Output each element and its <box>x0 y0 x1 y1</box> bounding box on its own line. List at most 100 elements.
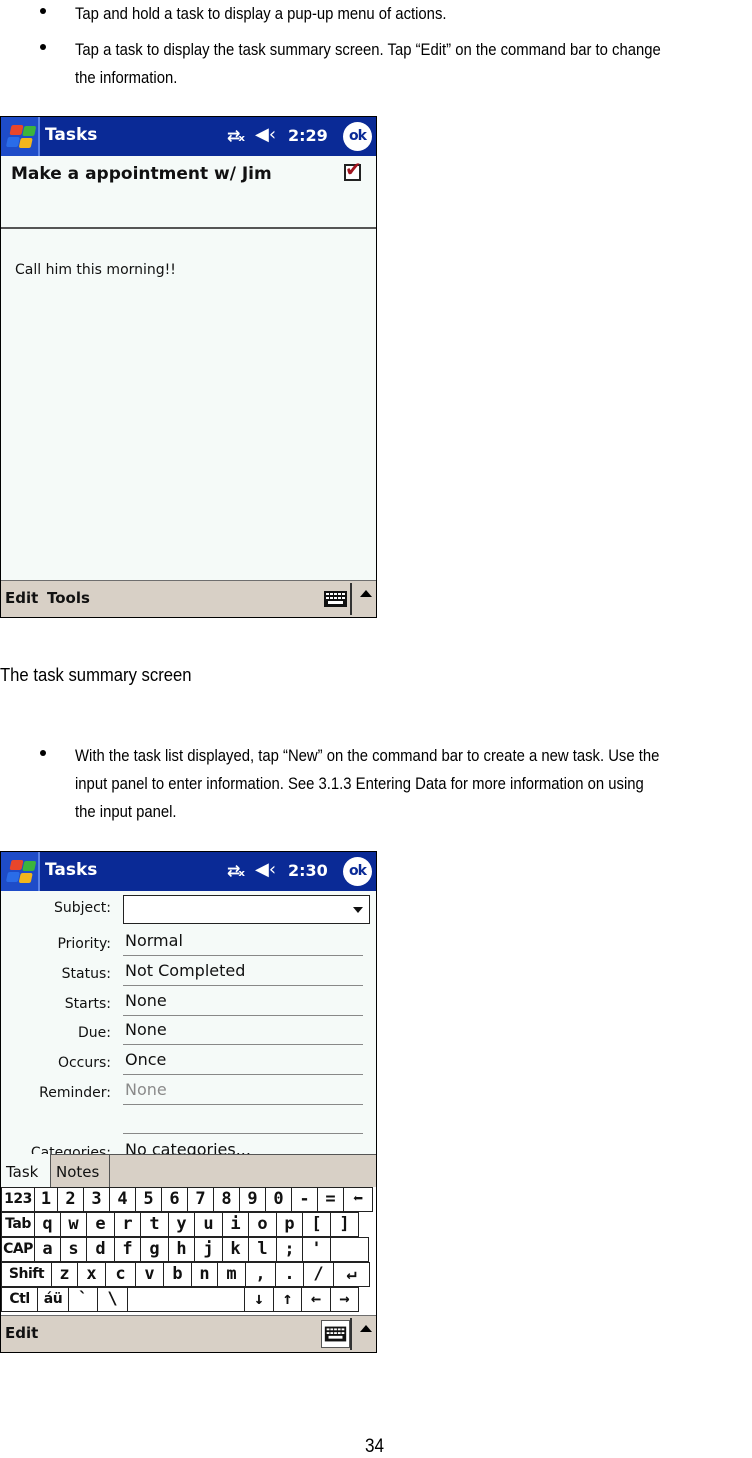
key[interactable]: ; <box>276 1237 303 1262</box>
key[interactable]: m <box>217 1262 246 1287</box>
key[interactable]: CAP <box>1 1237 35 1262</box>
menu-edit[interactable]: Edit <box>5 589 38 607</box>
key[interactable]: t <box>140 1212 169 1237</box>
field-value[interactable]: None <box>125 1080 167 1099</box>
field-value[interactable]: Normal <box>125 931 183 950</box>
keyboard-row: Tab q w e r t y u i o p[] <box>1 1212 376 1237</box>
key[interactable]: u <box>194 1212 223 1237</box>
clock[interactable]: 2:30 <box>288 861 328 880</box>
field-value[interactable]: None <box>125 1020 167 1039</box>
key[interactable]: 3 <box>83 1187 110 1212</box>
key[interactable]: 9 <box>239 1187 266 1212</box>
field-label: Status: <box>61 966 111 982</box>
sip-arrow-up-icon[interactable] <box>360 590 372 597</box>
field-value[interactable]: Once <box>125 1050 166 1069</box>
key[interactable] <box>330 1237 369 1262</box>
tab-task[interactable]: Task <box>1 1154 50 1188</box>
key[interactable]: ] <box>330 1212 359 1237</box>
key[interactable]: ← <box>301 1287 331 1312</box>
key[interactable]: / <box>303 1262 334 1287</box>
key[interactable]: [ <box>302 1212 331 1237</box>
key[interactable]: z <box>51 1262 78 1287</box>
field-value[interactable]: None <box>125 991 167 1010</box>
key[interactable]: o <box>248 1212 277 1237</box>
key[interactable]: e <box>86 1212 115 1237</box>
start-button[interactable] <box>1 852 40 891</box>
key[interactable]: 8 <box>213 1187 240 1212</box>
key[interactable]: f <box>114 1237 141 1262</box>
key[interactable]: 0 <box>265 1187 292 1212</box>
key[interactable]: 6 <box>161 1187 188 1212</box>
key[interactable]: \ <box>97 1287 128 1312</box>
keyboard-row: 123 1 2 3 4 5 6 7 8 9 0- = ⬅ <box>1 1187 376 1212</box>
key[interactable]: j <box>194 1237 223 1262</box>
menu-edit[interactable]: Edit <box>5 1324 38 1342</box>
menu-tools[interactable]: Tools <box>47 589 90 607</box>
key[interactable]: p <box>276 1212 303 1237</box>
key[interactable]: ` <box>68 1287 98 1312</box>
key[interactable]: 123 <box>1 1187 35 1212</box>
key[interactable]: ↵ <box>333 1262 370 1287</box>
connectivity-icon[interactable]: ⇄ₓ <box>227 861 245 880</box>
key[interactable]: 2 <box>57 1187 84 1212</box>
connectivity-icon[interactable]: ⇄ₓ <box>227 126 245 145</box>
start-button[interactable] <box>1 117 40 156</box>
soft-keyboard: 123 1 2 3 4 5 6 7 8 9 0- = ⬅ Tab q w e r t y u i o p[] CAP a s d f g h… <box>1 1187 376 1315</box>
keyboard-row: Shift z x c v b n m,. / ↵ <box>1 1262 376 1287</box>
key[interactable]: 5 <box>135 1187 162 1212</box>
key[interactable]: q <box>34 1212 61 1237</box>
key[interactable]: y <box>168 1212 195 1237</box>
key[interactable]: - <box>291 1187 318 1212</box>
separator <box>350 1318 352 1350</box>
key[interactable]: , <box>245 1262 276 1287</box>
sip-arrow-up-icon[interactable] <box>360 1325 372 1332</box>
volume-icon[interactable]: ◀‹ <box>255 859 276 880</box>
key[interactable]: n <box>191 1262 218 1287</box>
key[interactable]: l <box>248 1237 277 1262</box>
key[interactable]: Shift <box>1 1262 52 1287</box>
key[interactable]: ↓ <box>244 1287 274 1312</box>
bullet-text: With the task list displayed, tap “New” … <box>75 747 660 821</box>
field-underline <box>123 1074 363 1075</box>
key[interactable]: g <box>140 1237 169 1262</box>
key[interactable]: . <box>275 1262 304 1287</box>
key[interactable]: 1 <box>34 1187 58 1212</box>
key[interactable]: → <box>330 1287 359 1312</box>
volume-icon[interactable]: ◀‹ <box>255 124 276 145</box>
key[interactable]: k <box>222 1237 249 1262</box>
divider <box>1 227 376 229</box>
ok-button[interactable]: ok <box>343 857 372 886</box>
key[interactable]: áü <box>37 1287 69 1312</box>
key[interactable]: ⬅ <box>343 1187 373 1212</box>
dropdown-arrow-icon[interactable] <box>353 907 363 913</box>
tab-notes[interactable]: Notes <box>50 1154 110 1188</box>
key[interactable]: c <box>105 1262 136 1287</box>
ok-button[interactable]: ok <box>343 122 372 151</box>
key[interactable]: = <box>317 1187 344 1212</box>
task-complete-checkbox[interactable]: ✔ <box>344 157 362 181</box>
key[interactable]: d <box>86 1237 115 1262</box>
key[interactable]: Tab <box>1 1212 35 1237</box>
key[interactable]: x <box>77 1262 106 1287</box>
clock[interactable]: 2:29 <box>288 126 328 145</box>
key[interactable]: Ctl <box>1 1287 38 1312</box>
key[interactable]: 7 <box>187 1187 214 1212</box>
bullet-text: Tap a task to display the task summary s… <box>75 41 661 87</box>
key[interactable]: w <box>60 1212 87 1237</box>
key[interactable]: 4 <box>109 1187 136 1212</box>
key[interactable]: b <box>163 1262 192 1287</box>
key-space[interactable] <box>127 1287 245 1312</box>
app-title: Tasks <box>45 860 98 880</box>
key[interactable]: h <box>168 1237 195 1262</box>
key[interactable]: r <box>114 1212 141 1237</box>
keyboard-icon[interactable] <box>321 585 350 613</box>
key[interactable]: i <box>222 1212 249 1237</box>
field-value[interactable]: Not Completed <box>125 961 245 980</box>
key[interactable]: ↑ <box>273 1287 302 1312</box>
key[interactable]: v <box>135 1262 164 1287</box>
key[interactable]: s <box>60 1237 87 1262</box>
key[interactable]: ' <box>302 1237 331 1262</box>
subject-combobox[interactable] <box>123 895 370 924</box>
keyboard-icon[interactable] <box>321 1320 350 1348</box>
key[interactable]: a <box>34 1237 61 1262</box>
